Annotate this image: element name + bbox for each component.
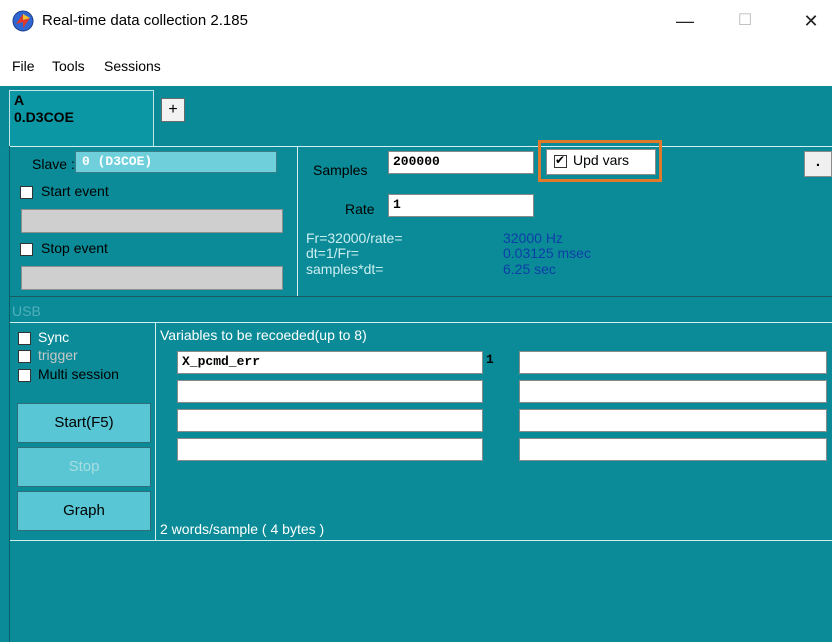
variable-input-2[interactable]	[177, 380, 483, 403]
fr-label: Fr=32000/rate=	[306, 230, 403, 246]
usb-label: USB	[12, 303, 41, 319]
samples-input[interactable]: 200000	[388, 151, 534, 174]
start-event-field[interactable]	[21, 209, 283, 233]
variable-input-3[interactable]	[177, 409, 483, 432]
sync-checkbox[interactable]	[18, 332, 31, 345]
options-button[interactable]: .	[804, 151, 832, 177]
variable-input-8[interactable]	[519, 438, 827, 461]
fr-value: 32000 Hz	[503, 230, 563, 246]
start-event-checkbox[interactable]	[20, 186, 33, 199]
dt-label: dt=1/Fr=	[306, 245, 359, 261]
dt-value: 0.03125 msec	[503, 245, 591, 261]
slave-select[interactable]: 0 (D3COE)	[75, 151, 277, 173]
trigger-label: trigger	[38, 347, 78, 363]
variable-input-6[interactable]	[519, 380, 827, 403]
sdt-value: 6.25 sec	[503, 261, 556, 277]
divider	[9, 296, 832, 297]
samples-label: Samples	[313, 162, 368, 178]
variables-header: Variables to be recoeded(up to 8)	[160, 327, 367, 343]
minimize-button[interactable]: —	[662, 6, 708, 36]
start-event-label: Start event	[41, 183, 109, 199]
multi-session-row: Multi session	[16, 365, 154, 385]
divider	[9, 146, 10, 642]
add-tab-button[interactable]: +	[161, 98, 185, 122]
variable-size-marker: 1	[486, 352, 494, 367]
words-per-sample: 2 words/sample ( 4 bytes )	[160, 521, 325, 537]
rate-input[interactable]: 1	[388, 194, 534, 217]
multi-session-label: Multi session	[38, 366, 119, 382]
stop-event-field[interactable]	[21, 266, 283, 290]
divider	[297, 146, 298, 296]
menu-sessions[interactable]: Sessions	[104, 58, 161, 74]
variable-input-1[interactable]: X_pcmd_err	[177, 351, 483, 374]
menu-tools[interactable]: Tools	[52, 58, 85, 74]
upd-vars-label: Upd vars	[573, 152, 630, 168]
stop-event-checkbox[interactable]	[20, 243, 33, 256]
trigger-checkbox[interactable]	[18, 350, 31, 363]
divider	[155, 322, 156, 540]
variable-input-7[interactable]	[519, 409, 827, 432]
menu-file[interactable]: File	[12, 58, 35, 74]
close-button[interactable]: ✕	[788, 6, 832, 36]
upd-vars-checkbox[interactable]	[554, 153, 567, 168]
app-icon	[12, 10, 34, 32]
rate-label: Rate	[345, 201, 375, 217]
divider	[9, 540, 832, 541]
variable-input-5[interactable]	[519, 351, 827, 374]
session-tab-a[interactable]: A 0.D3COE	[9, 90, 154, 146]
slave-label: Slave :	[32, 156, 75, 172]
maximize-button[interactable]: ☐	[722, 6, 768, 36]
window-title: Real-time data collection 2.185	[42, 12, 248, 29]
tab-slave-label: 0.D3COE	[14, 109, 74, 125]
menu-bar: File Tools Sessions	[0, 58, 300, 82]
variable-input-4[interactable]	[177, 438, 483, 461]
start-button[interactable]: Start(F5)	[17, 403, 151, 443]
graph-button[interactable]: Graph	[17, 491, 151, 531]
divider	[9, 146, 832, 147]
tab-session-label: A	[14, 92, 25, 108]
multi-session-checkbox[interactable]	[18, 369, 31, 382]
sync-label: Sync	[38, 329, 70, 345]
stop-event-label: Stop event	[41, 240, 108, 256]
sdt-label: samples*dt=	[306, 261, 384, 277]
stop-button[interactable]: Stop	[17, 447, 151, 487]
divider	[9, 322, 832, 323]
